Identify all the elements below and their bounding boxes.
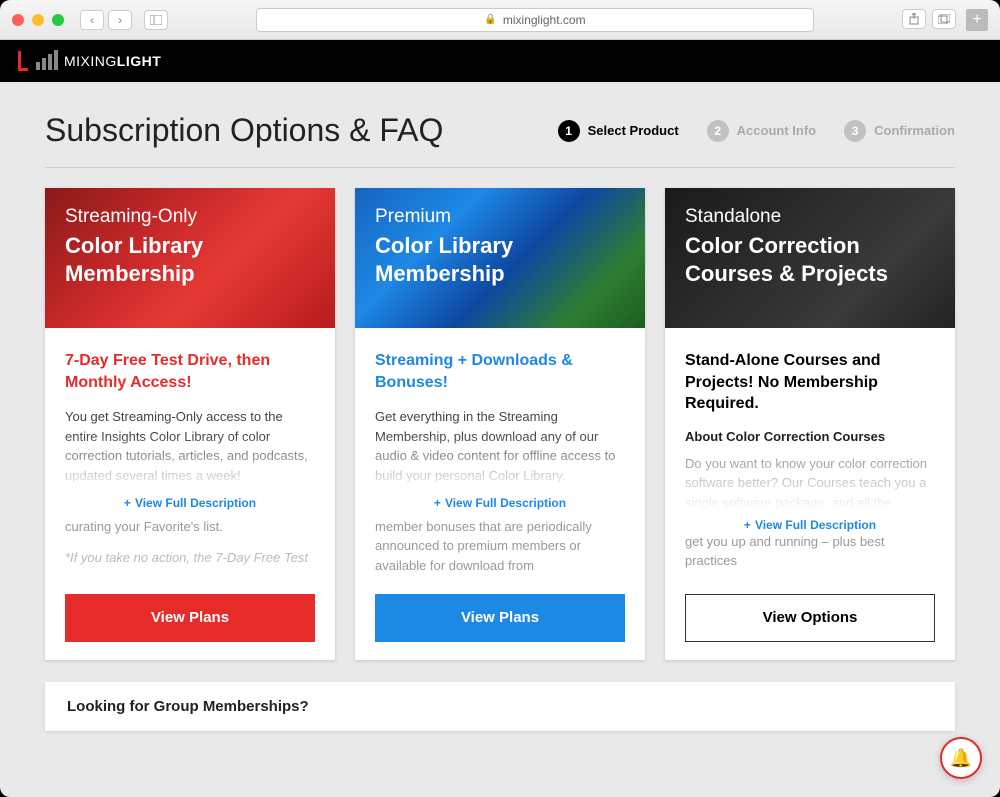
view-plans-button[interactable]: View Plans [375, 594, 625, 642]
browser-toolbar: ‹ › 🔒 mixinglight.com + [0, 0, 1000, 40]
step-account-info[interactable]: 2 Account Info [707, 120, 816, 142]
page-content: Subscription Options & FAQ 1 Select Prod… [0, 82, 1000, 797]
card-standalone: Standalone Color Correction Courses & Pr… [665, 188, 955, 660]
page-header: Subscription Options & FAQ 1 Select Prod… [45, 112, 955, 168]
view-plans-button[interactable]: View Plans [65, 594, 315, 642]
card-premium: Premium Color Library Membership Streami… [355, 188, 645, 660]
card-pretitle: Standalone [685, 206, 935, 228]
card-body: Streaming + Downloads & Bonuses! Get eve… [355, 328, 645, 660]
step-label: Select Product [588, 123, 679, 138]
sidebar-toggle-button[interactable] [144, 10, 168, 30]
card-subheading: About Color Correction Courses [685, 429, 935, 444]
url-text: mixinglight.com [503, 13, 586, 27]
card-description-area: Get everything in the Streaming Membersh… [375, 407, 625, 572]
card-title: Color Library Membership [65, 232, 315, 287]
card-lead: Stand-Alone Courses and Projects! No Mem… [685, 350, 935, 415]
logo-text: MIXINGLIGHT [64, 53, 161, 69]
step-number: 1 [558, 120, 580, 142]
card-pretitle: Streaming-Only [65, 206, 315, 228]
card-header: Premium Color Library Membership [355, 188, 645, 328]
nav-button-group: ‹ › [80, 10, 132, 30]
site-logo[interactable]: MIXINGLIGHT [18, 51, 161, 71]
back-button[interactable]: ‹ [80, 10, 104, 30]
card-body: 7-Day Free Test Drive, then Monthly Acce… [45, 328, 335, 660]
share-icon [909, 13, 919, 25]
group-memberships-strip: Looking for Group Memberships? [45, 682, 955, 731]
page-title: Subscription Options & FAQ [45, 112, 443, 149]
forward-button[interactable]: › [108, 10, 132, 30]
step-number: 3 [844, 120, 866, 142]
card-body: Stand-Alone Courses and Projects! No Mem… [665, 328, 955, 660]
card-lead: 7-Day Free Test Drive, then Monthly Acce… [65, 350, 315, 393]
new-tab-button[interactable]: + [966, 9, 988, 31]
tabs-icon [938, 14, 950, 24]
close-window-button[interactable] [12, 14, 24, 26]
notification-bell-button[interactable]: 🔔 [940, 737, 982, 779]
step-number: 2 [707, 120, 729, 142]
minimize-window-button[interactable] [32, 14, 44, 26]
card-header: Streaming-Only Color Library Membership [45, 188, 335, 328]
card-paragraph: Build your personal library of Insights … [65, 497, 315, 536]
card-paragraph: This membership also includes special me… [375, 497, 625, 572]
subscription-cards: Streaming-Only Color Library Membership … [45, 188, 955, 660]
lock-icon: 🔒 [484, 14, 496, 25]
tabs-button[interactable] [932, 9, 956, 29]
card-pretitle: Premium [375, 206, 625, 228]
site-header: MIXINGLIGHT [0, 40, 1000, 82]
card-paragraph: Get everything in the Streaming Membersh… [375, 407, 625, 485]
logo-bars-icon [36, 52, 58, 70]
progress-steps: 1 Select Product 2 Account Info 3 Confir… [558, 120, 955, 142]
card-paragraph: You get Streaming-Only access to the ent… [65, 407, 315, 485]
share-button[interactable] [902, 9, 926, 29]
card-title: Color Library Membership [375, 232, 625, 287]
card-paragraph: *If you take no action, the 7-Day Free T… [65, 548, 315, 572]
address-bar[interactable]: 🔒 mixinglight.com [256, 8, 814, 32]
maximize-window-button[interactable] [52, 14, 64, 26]
card-description-area: You get Streaming-Only access to the ent… [65, 407, 315, 572]
card-header: Standalone Color Correction Courses & Pr… [665, 188, 955, 328]
view-options-button[interactable]: View Options [685, 594, 935, 642]
step-confirmation[interactable]: 3 Confirmation [844, 120, 955, 142]
window-controls [12, 14, 64, 26]
group-memberships-text: Looking for Group Memberships? [67, 698, 309, 715]
card-streaming-only: Streaming-Only Color Library Membership … [45, 188, 335, 660]
browser-window: ‹ › 🔒 mixinglight.com + MIXINGLIGHT [0, 0, 1000, 797]
card-title: Color Correction Courses & Projects [685, 232, 935, 287]
logo-l-shape [18, 51, 28, 71]
step-select-product[interactable]: 1 Select Product [558, 120, 679, 142]
step-label: Confirmation [874, 123, 955, 138]
step-label: Account Info [737, 123, 816, 138]
card-lead: Streaming + Downloads & Bonuses! [375, 350, 625, 393]
card-description-area: About Color Correction Courses Do you wa… [685, 429, 935, 594]
bell-icon: 🔔 [950, 748, 972, 769]
card-paragraph: Do you want to know your color correctio… [685, 454, 935, 571]
toolbar-right-icons: + [902, 9, 988, 31]
panel-icon [150, 15, 162, 25]
